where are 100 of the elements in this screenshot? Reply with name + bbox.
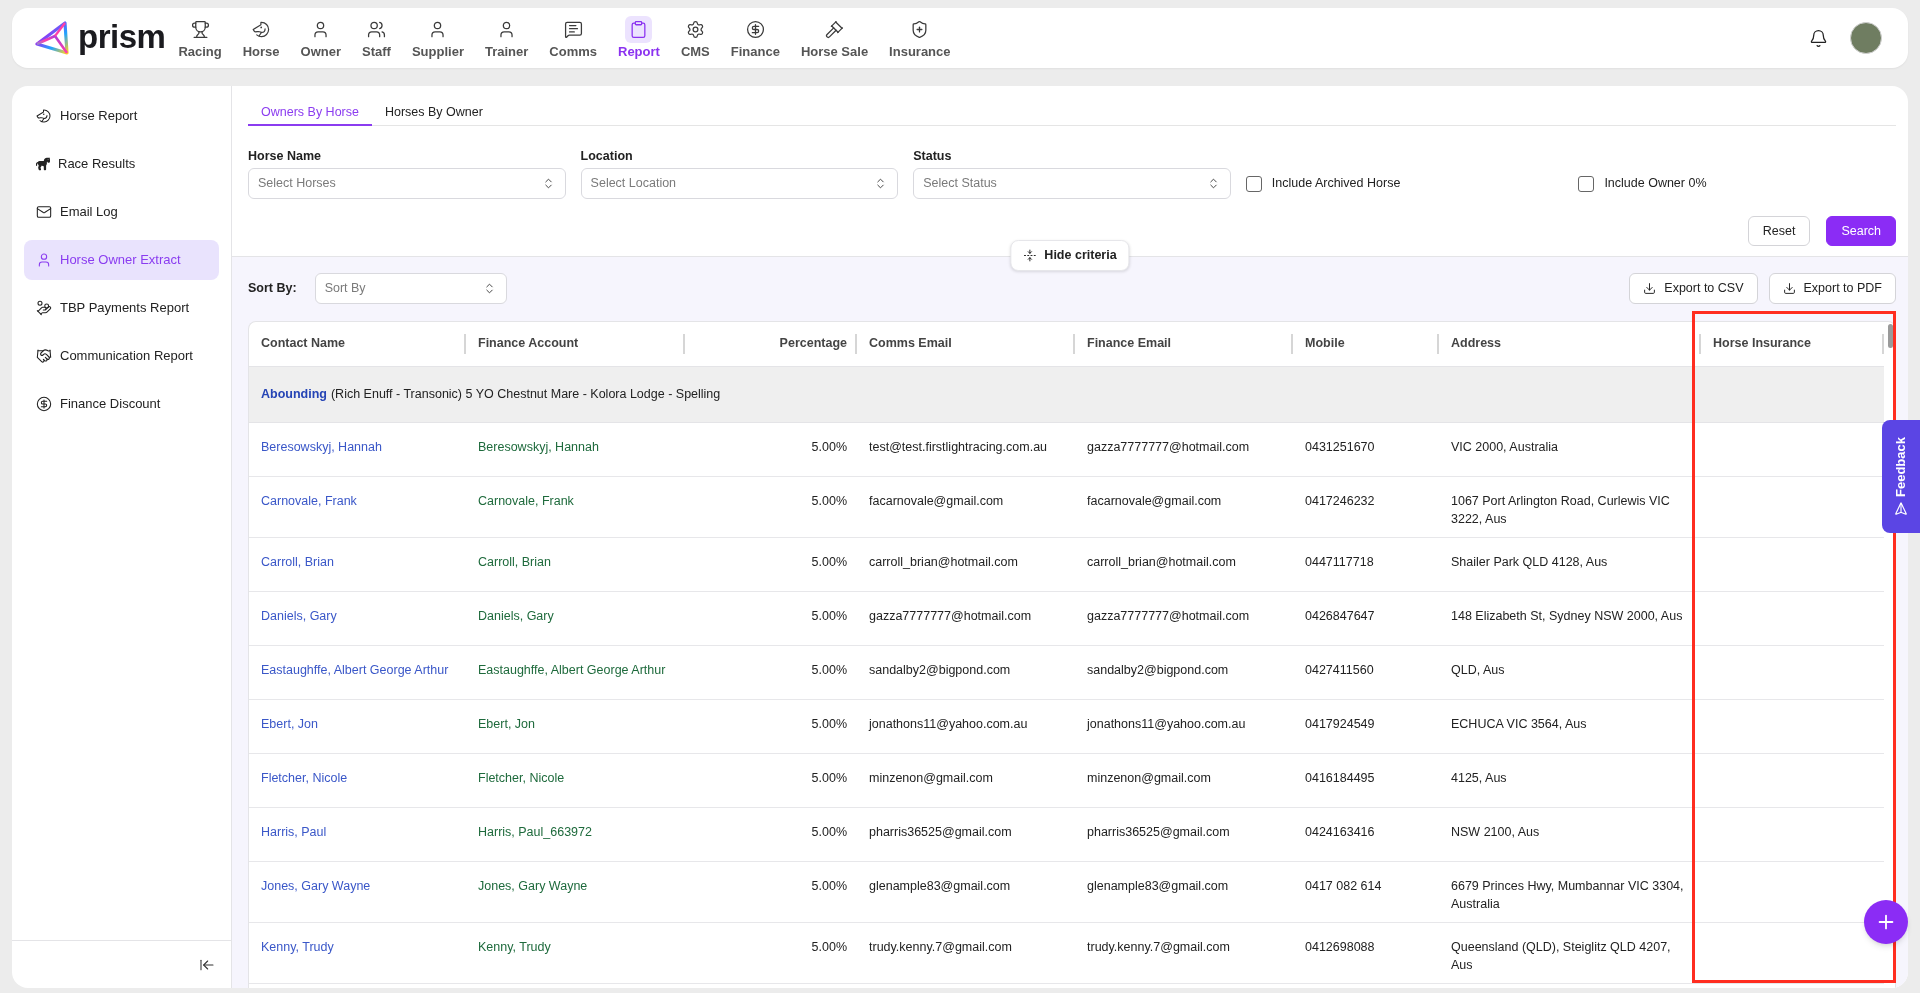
sidebar-item[interactable]: Communication Report	[24, 336, 219, 376]
tab[interactable]: Horses By Owner	[371, 100, 496, 126]
sidebar-item[interactable]: Finance Discount	[24, 384, 219, 424]
contact-link[interactable]: Beresowskyj, Hannah	[261, 439, 382, 454]
table-cell: 148 Elizabeth St, Sydney NSW 2000, Aus	[1439, 591, 1701, 645]
sort-select[interactable]: Sort By	[314, 273, 507, 304]
send-icon	[1894, 502, 1908, 517]
table-cell: facarnovale@gmail.com	[857, 476, 1075, 537]
table-cell: Shailer Park QLD 4128, Aus	[1439, 537, 1701, 591]
finance-account-link[interactable]: Daniels, Gary	[478, 608, 554, 623]
field-label: Location	[580, 148, 634, 164]
nav-item[interactable]: Report	[618, 16, 660, 60]
nav-item[interactable]: Finance	[730, 16, 780, 60]
column-header[interactable]: Contact Name	[261, 334, 346, 354]
table-cell: Queensland (QLD), Steiglitz QLD 4207, Aus	[1439, 922, 1701, 983]
table-cell: VIC 2000, Australia	[1439, 422, 1701, 476]
notifications-button[interactable]	[1809, 28, 1828, 48]
users-icon	[367, 20, 386, 39]
finance-account-link[interactable]: Fletcher, Nicole	[478, 770, 565, 785]
contact-link[interactable]: Carnovale, Frank	[261, 493, 357, 508]
column-header[interactable]: Finance Account	[478, 334, 579, 354]
table-cell: QLD, Aus	[1439, 645, 1701, 699]
download-icon	[1782, 282, 1796, 295]
table-cell: 5.00%	[685, 422, 857, 476]
column-header[interactable]: Mobile	[1305, 334, 1345, 354]
nav-item[interactable]: Owner	[300, 16, 342, 60]
sidebar-item[interactable]: TBP Payments Report	[24, 288, 219, 328]
table-cell: 0417924549	[1293, 699, 1439, 753]
select-field[interactable]: Select Horses	[248, 168, 566, 199]
table-cell: minzenon@gmail.com	[1075, 753, 1293, 807]
column-header[interactable]: Comms Email	[869, 334, 952, 354]
contact-link[interactable]: Eastaughffe, Albert George Arthur	[261, 662, 449, 677]
table-cell: 1067 Port Arlington Road, Curlewis VIC 3222, Aus	[1439, 476, 1701, 537]
column-header[interactable]: Address	[1451, 334, 1502, 354]
column-header[interactable]: Horse Insurance	[1713, 334, 1811, 354]
table-cell: gazza7777777@hotmail.com	[1075, 591, 1293, 645]
feedback-tab[interactable]: Feedback	[1882, 420, 1920, 533]
sidebar-item[interactable]: Horse Owner Extract	[24, 240, 219, 280]
contact-link[interactable]: Kenny, Trudy	[261, 939, 334, 954]
sort-label: Sort By:	[248, 280, 297, 298]
table-cell: gazza7777777@hotmail.com	[857, 591, 1075, 645]
contact-link[interactable]: Fletcher, Nicole	[261, 770, 348, 785]
sidebar-item[interactable]: Horse Report	[24, 96, 219, 136]
nav-item[interactable]: Horse Sale	[800, 16, 869, 60]
reset-button[interactable]: Reset	[1747, 216, 1811, 246]
select-field[interactable]: Select Status	[913, 168, 1231, 199]
select-field[interactable]: Select Location	[580, 168, 899, 199]
tab[interactable]: Owners By Horse	[248, 100, 372, 126]
table-cell: 5.00%	[685, 753, 857, 807]
table-cell: 5.00%	[685, 537, 857, 591]
table-cell: carroll_brian@hotmail.com	[857, 537, 1075, 591]
nav-item[interactable]: Supplier	[411, 16, 464, 60]
table-cell: 5.00%	[685, 922, 857, 983]
finance-account-link[interactable]: Harris, Paul_663972	[478, 824, 592, 839]
contact-link[interactable]: Ebert, Jon	[261, 716, 318, 731]
export-button[interactable]: Export to CSV	[1629, 273, 1758, 304]
checkbox-label: Include Owner 0%	[1604, 175, 1707, 193]
table-cell: test@test.firstlightracing.com.au	[857, 422, 1075, 476]
checkbox[interactable]	[1578, 175, 1595, 192]
finance-account-link[interactable]: Carnovale, Frank	[478, 493, 574, 508]
column-header[interactable]: Finance Email	[1087, 334, 1172, 354]
table-cell: 0417 082 614	[1293, 861, 1439, 922]
gavel-icon	[825, 20, 844, 39]
table-cell: pharris36525@gmail.com	[1075, 807, 1293, 861]
field-label: Horse Name	[248, 148, 322, 164]
contact-link[interactable]: Jones, Gary Wayne	[261, 878, 371, 893]
contact-link[interactable]: Carroll, Brian	[261, 554, 334, 569]
finance-account-link[interactable]: Kenny, Trudy	[478, 939, 551, 954]
nav-item[interactable]: Trainer	[484, 16, 529, 60]
table-cell: sandalby2@bigpond.com	[857, 645, 1075, 699]
column-header[interactable]: Percentage	[779, 334, 847, 354]
checkbox[interactable]	[1245, 175, 1262, 192]
contact-link[interactable]: Daniels, Gary	[261, 608, 337, 623]
nav-item[interactable]: Comms	[549, 16, 597, 60]
finance-account-link[interactable]: Eastaughffe, Albert George Arthur	[478, 662, 666, 677]
hide-criteria-button[interactable]: Hide criteria	[1010, 240, 1130, 271]
nav-item[interactable]: Staff	[362, 16, 391, 60]
nav-item[interactable]: CMS	[680, 16, 710, 60]
table-cell: facarnovale@gmail.com	[1075, 476, 1293, 537]
horse-link[interactable]: Abounding	[261, 384, 327, 404]
sidebar-item[interactable]: Race Results	[24, 144, 219, 184]
export-button[interactable]: Export to PDF	[1768, 273, 1896, 304]
scrollbar-thumb[interactable]	[1888, 324, 1893, 348]
nav-item[interactable]: Racing	[178, 16, 222, 60]
download-icon	[1643, 282, 1657, 295]
table-cell: 4125, Aus	[1439, 753, 1701, 807]
nav-item[interactable]: Insurance	[889, 16, 951, 60]
nav-item[interactable]: Horse	[242, 16, 280, 60]
contact-link[interactable]: Harris, Paul	[261, 824, 327, 839]
dollar-icon	[745, 20, 765, 39]
table-cell: 5.00%	[685, 591, 857, 645]
finance-account-link[interactable]: Beresowskyj, Hannah	[478, 439, 599, 454]
clipboard-icon	[625, 16, 653, 43]
table-cell: 5.00%	[685, 699, 857, 753]
avatar[interactable]	[1850, 22, 1882, 54]
finance-account-link[interactable]: Jones, Gary Wayne	[478, 878, 588, 893]
search-button[interactable]: Search	[1826, 216, 1896, 246]
sidebar-item[interactable]: Email Log	[24, 192, 219, 232]
finance-account-link[interactable]: Ebert, Jon	[478, 716, 535, 731]
finance-account-link[interactable]: Carroll, Brian	[478, 554, 551, 569]
